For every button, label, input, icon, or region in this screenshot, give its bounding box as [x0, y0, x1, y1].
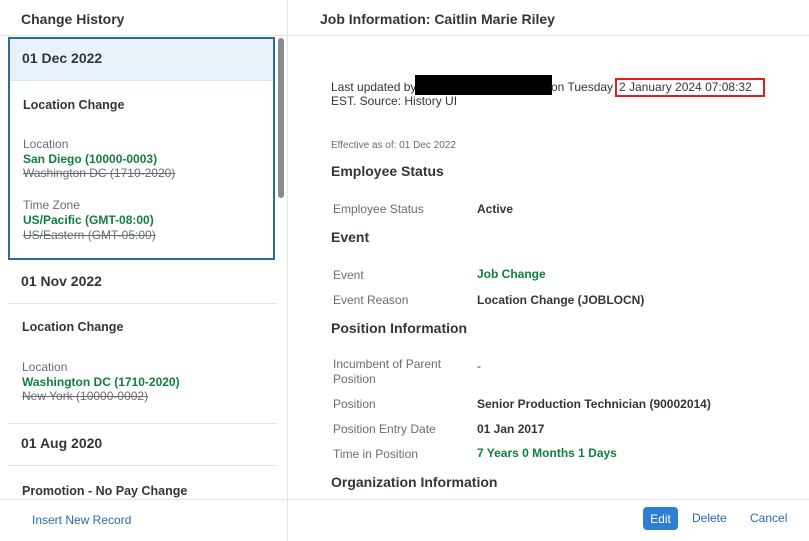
cancel-button[interactable]: Cancel	[750, 511, 787, 525]
change-label: Location	[22, 360, 68, 374]
insert-new-record-link[interactable]: Insert New Record	[32, 513, 131, 527]
record-type: Location Change	[23, 98, 125, 112]
field-value: Senior Production Technician (90002014)	[477, 397, 711, 411]
section-title-organization: Organization Information	[331, 474, 498, 490]
divider	[8, 303, 276, 304]
change-old-value: New York (10000-0002)	[22, 389, 149, 403]
field-value: -	[477, 359, 481, 373]
job-info-header: Job Information: Caitlin Marie Riley	[288, 0, 809, 36]
divider	[8, 465, 276, 466]
field-label: Event Reason	[333, 293, 409, 307]
record-date: 01 Nov 2022	[21, 273, 102, 289]
change-label: Location	[23, 137, 69, 151]
history-record[interactable]: 01 Nov 2022 Location Change Location Was…	[8, 260, 276, 423]
field-label: Position Entry Date	[333, 422, 436, 436]
highlight-box	[615, 78, 765, 97]
change-new-value: Washington DC (1710-2020)	[22, 375, 180, 389]
delete-button[interactable]: Delete	[692, 511, 727, 525]
change-label: Time Zone	[23, 198, 80, 212]
last-updated-prefix: Last updated by	[331, 80, 417, 94]
record-type: Promotion - No Pay Change	[22, 484, 188, 498]
change-new-value: San Diego (10000-0003)	[23, 152, 158, 166]
field-value: Location Change (JOBLOCN)	[477, 293, 645, 307]
redacted-user-name	[415, 75, 552, 95]
change-new-value: US/Pacific (GMT-08:00)	[23, 213, 154, 227]
field-label: Position	[333, 397, 376, 411]
history-record-selected[interactable]: 01 Dec 2022 Location Change Location San…	[8, 37, 275, 260]
change-history-title: Change History	[21, 11, 125, 27]
change-history-list[interactable]: 01 Dec 2022 Location Change Location San…	[8, 37, 276, 499]
record-date: 01 Dec 2022	[22, 50, 103, 66]
last-updated-on: on Tuesday	[551, 80, 614, 94]
section-title-position: Position Information	[331, 320, 468, 336]
field-value: 7 Years 0 Months 1 Days	[477, 446, 617, 460]
change-old-value: US/Eastern (GMT-05:00)	[23, 228, 156, 242]
record-date: 01 Aug 2020	[21, 435, 103, 451]
right-footer	[288, 499, 809, 541]
field-label: Incumbent of Parent Position	[333, 357, 442, 386]
field-value-link[interactable]: Job Change	[477, 267, 546, 281]
edit-button[interactable]: Edit	[643, 507, 678, 530]
change-old-value: Washington DC (1710-2020)	[23, 166, 176, 180]
effective-date: Effective as of: 01 Dec 2022	[331, 140, 456, 151]
record-type: Location Change	[22, 320, 124, 334]
section-title-event: Event	[331, 229, 370, 245]
field-value: 01 Jan 2017	[477, 422, 545, 436]
last-updated-suffix: EST. Source: History UI	[331, 94, 458, 108]
panel-divider	[287, 0, 288, 541]
field-value: Active	[477, 202, 514, 216]
field-label: Employee Status	[333, 202, 424, 216]
list-scrollbar[interactable]	[278, 38, 284, 198]
left-footer: Insert New Record	[0, 499, 288, 541]
section-title-employee-status: Employee Status	[331, 163, 444, 179]
field-label: Time in Position	[333, 447, 418, 461]
field-label: Event	[333, 268, 364, 282]
job-info-title: Job Information: Caitlin Marie Riley	[320, 11, 555, 27]
change-history-header: Change History	[0, 0, 288, 36]
history-record[interactable]: 01 Aug 2020 Promotion - No Pay Change	[8, 424, 276, 499]
